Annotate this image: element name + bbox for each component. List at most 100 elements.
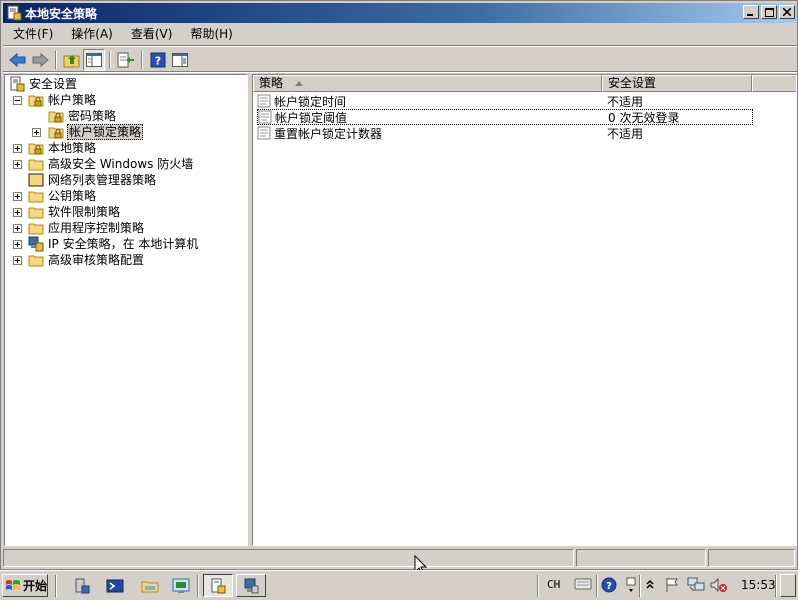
folder-icon <box>28 159 44 171</box>
table-row[interactable]: 重置帐户锁定计数器 不适用 <box>257 125 753 141</box>
tree-expand-toggle[interactable] <box>13 192 22 201</box>
show-hidden-icons-icon[interactable] <box>645 577 655 591</box>
window-title: 本地安全策略 <box>25 6 98 21</box>
action-pane-icon <box>172 53 188 67</box>
volume-muted-icon[interactable] <box>710 577 728 593</box>
plus-icon <box>15 226 20 231</box>
input-options-icon[interactable] <box>626 577 636 595</box>
remote-desktop-icon[interactable] <box>172 577 190 595</box>
taskbar-separator <box>596 575 598 597</box>
folder-icon <box>28 223 44 235</box>
security-policy-app-icon <box>7 5 22 21</box>
keyboard-icon[interactable] <box>574 577 592 591</box>
table-row[interactable]: 帐户锁定阈值 0 次无效登录 <box>257 109 753 125</box>
show-desktop-button[interactable] <box>780 574 796 597</box>
taskbar-separator <box>537 575 539 597</box>
folder-icon <box>28 207 44 219</box>
restore-button[interactable] <box>761 5 777 19</box>
toolbar-separator <box>109 51 111 69</box>
tree-item-local-policies[interactable]: 本地策略 <box>28 140 97 156</box>
export-list-button[interactable] <box>115 49 137 71</box>
tree-expand-toggle[interactable] <box>13 256 22 265</box>
tree-pane[interactable]: 安全设置 帐户策略 密码策略 帐户锁定策略 本地策略 高级安全 Windows … <box>4 74 248 546</box>
taskbar-app-local-security-policy[interactable] <box>203 574 233 597</box>
action-center-flag-icon[interactable] <box>664 577 680 593</box>
language-indicator[interactable]: CH <box>547 578 560 591</box>
plus-icon <box>15 162 20 167</box>
tree-collapse-toggle[interactable] <box>13 96 22 105</box>
security-settings-icon <box>10 76 25 92</box>
plus-icon <box>15 194 20 199</box>
help-icon: ? <box>150 52 166 68</box>
tree-expand-toggle[interactable] <box>13 144 22 153</box>
computer-management-icon <box>244 578 259 593</box>
tree-item-public-key-policies[interactable]: 公钥策略 <box>28 188 97 204</box>
svg-text:?: ? <box>155 55 161 68</box>
close-button[interactable] <box>779 5 795 19</box>
folder-lock-icon <box>48 111 64 123</box>
tree-item-ip-security-policies[interactable]: IP 安全策略，在 本地计算机 <box>28 236 199 252</box>
status-panel-main <box>3 549 574 567</box>
tree-item-application-control[interactable]: 应用程序控制策略 <box>28 220 145 236</box>
forward-button[interactable] <box>29 49 51 71</box>
policy-list-pane[interactable]: 策略 安全设置 帐户锁定时间 不适用 帐户锁定阈值 0 次无效登录 重置帐户锁定… <box>252 74 797 546</box>
tree-item-password-policy[interactable]: 密码策略 <box>48 108 117 124</box>
action-pane-button[interactable] <box>169 49 191 71</box>
tree-expand-toggle[interactable] <box>13 160 22 169</box>
toolbar-separator <box>141 51 143 69</box>
tree-item-software-restriction[interactable]: 软件限制策略 <box>28 204 121 220</box>
menu-bar: 文件(F) 操作(A) 查看(V) 帮助(H) <box>3 24 797 45</box>
svg-text:?: ? <box>606 581 612 592</box>
tree-expand-toggle[interactable] <box>32 128 41 137</box>
minimize-button[interactable] <box>743 5 759 19</box>
policy-setting-icon <box>258 110 272 124</box>
server-manager-icon[interactable] <box>73 577 91 595</box>
tree-item-account-policies[interactable]: 帐户策略 <box>28 92 97 108</box>
toolbar: ? <box>3 48 797 72</box>
tree-item-advanced-firewall[interactable]: 高级安全 Windows 防火墙 <box>28 156 194 172</box>
ip-security-icon <box>28 236 44 252</box>
network-icon[interactable] <box>687 577 705 593</box>
tree-item-advanced-audit[interactable]: 高级审核策略配置 <box>28 252 145 268</box>
menu-help[interactable]: 帮助(H) <box>181 25 241 44</box>
explorer-folder-icon[interactable] <box>141 577 159 595</box>
title-bar[interactable]: 本地安全策略 <box>3 3 797 23</box>
folder-lock-icon <box>28 143 44 155</box>
security-policy-app-icon <box>211 578 226 593</box>
list-header: 策略 安全设置 <box>253 75 796 92</box>
tree-item-account-lockout-policy[interactable]: 帐户锁定策略 <box>48 124 144 140</box>
menu-action[interactable]: 操作(A) <box>62 25 122 44</box>
clock[interactable]: 15:53 <box>741 578 776 592</box>
toolbar-separator <box>55 51 57 69</box>
tree-expand-toggle[interactable] <box>13 240 22 249</box>
help-button[interactable]: ? <box>147 49 169 71</box>
tree-item-network-list-manager[interactable]: 网络列表管理器策略 <box>28 172 157 188</box>
back-button[interactable] <box>7 49 29 71</box>
tree-expand-toggle[interactable] <box>13 224 22 233</box>
windows-logo-icon <box>6 579 20 590</box>
up-level-button[interactable] <box>61 49 83 71</box>
powershell-icon[interactable] <box>106 577 124 595</box>
show-hide-tree-button[interactable] <box>83 49 105 71</box>
tree-expand-toggle[interactable] <box>13 208 22 217</box>
start-button[interactable]: 开始 <box>2 574 48 597</box>
menu-file[interactable]: 文件(F) <box>3 25 62 44</box>
table-row[interactable]: 帐户锁定时间 不适用 <box>257 93 753 109</box>
minus-icon <box>15 100 20 101</box>
restore-icon <box>764 7 774 17</box>
up-folder-icon <box>63 55 80 68</box>
column-header-security-setting[interactable]: 安全设置 <box>602 75 752 92</box>
taskbar: 开始 CH ? 15:53 <box>0 570 798 600</box>
menu-view[interactable]: 查看(V) <box>122 25 182 44</box>
column-header-policy[interactable]: 策略 <box>253 75 602 92</box>
taskbar-separator <box>197 575 199 597</box>
local-security-policy-window: 本地安全策略 文件(F) 操作(A) 查看(V) 帮助(H) ? 安全设置 帐户… <box>0 0 798 570</box>
forward-arrow-icon <box>32 52 49 68</box>
tree-item-security-settings[interactable]: 安全设置 <box>9 76 78 92</box>
folder-icon <box>28 173 44 187</box>
close-icon <box>783 8 791 16</box>
help-icon[interactable]: ? <box>601 577 617 593</box>
taskbar-app-computer-management[interactable] <box>236 574 266 597</box>
folder-lock-icon <box>48 127 64 139</box>
column-header-empty <box>752 75 796 92</box>
